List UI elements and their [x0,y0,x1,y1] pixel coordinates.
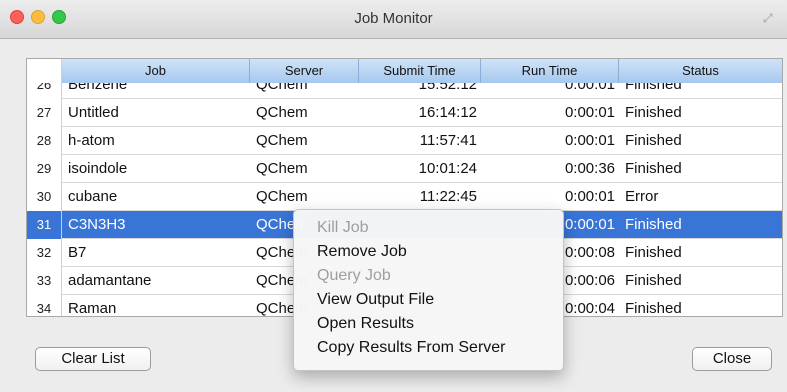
run-time: 0:00:01 [564,132,615,149]
submit-time: 10:01:24 [418,160,477,177]
job-status: Finished [625,300,682,316]
job-name: Raman [68,300,117,316]
title-bar[interactable]: Job Monitor ⤢ [0,0,787,39]
column-header-server[interactable]: Server [250,59,359,83]
fullscreen-icon[interactable]: ⤢ [763,12,775,24]
column-header-status[interactable]: Status [619,59,782,83]
row-number: 30 [27,183,62,211]
row-number: 29 [27,155,62,183]
server-name: QChem [256,83,308,93]
row-number: 33 [27,267,62,295]
row-number: 27 [27,99,62,127]
run-time: 0:00:01 [564,188,615,205]
job-name: adamantane [68,272,152,289]
server-name: QChem [256,160,308,177]
run-time: 0:00:01 [564,83,615,93]
row-number-header [27,59,62,83]
job-name: Untitled [68,104,119,121]
job-status: Finished [625,83,682,93]
column-header-job[interactable]: Job [62,59,250,83]
column-header-submit-time[interactable]: Submit Time [359,59,481,83]
job-name: C3N3H3 [68,216,126,233]
close-button[interactable]: Close [692,347,772,371]
table-row[interactable]: 26 Benzene QChem 15:52:12 0:00:01 Finish… [27,83,782,99]
row-number: 26 [27,83,62,99]
run-time: 0:00:36 [564,160,615,177]
column-header-run-time[interactable]: Run Time [481,59,619,83]
job-name: B7 [68,244,87,261]
job-monitor-window: Job Monitor ⤢ Job Server Submit Time Run… [0,0,787,392]
job-status: Finished [625,160,682,177]
row-number: 32 [27,239,62,267]
submit-time: 11:57:41 [419,132,477,149]
menu-item-open-results[interactable]: Open Results [294,312,563,336]
job-status: Finished [625,216,682,233]
server-name: QChem [256,104,308,121]
job-status: Finished [625,272,682,289]
menu-item-query-job: Query Job [317,267,391,284]
menu-item-copy-results[interactable]: Copy Results From Server [294,336,563,360]
menu-item-view-output-file[interactable]: View Output File [294,288,563,312]
job-name: isoindole [68,160,128,177]
job-status: Finished [625,132,682,149]
row-number: 28 [27,127,62,155]
table-row[interactable]: 30 cubane QChem 11:22:45 0:00:01 Error [27,183,782,211]
menu-item-kill-job: Kill Job [317,219,369,236]
clear-list-button[interactable]: Clear List [35,347,151,371]
server-name: QChem [256,132,308,149]
submit-time: 11:22:45 [419,188,477,205]
job-status: Error [625,188,659,205]
job-name: Benzene [68,83,128,93]
job-status: Finished [625,104,682,121]
job-name: cubane [68,188,118,205]
job-status: Finished [625,244,682,261]
table-header: Job Server Submit Time Run Time Status [27,59,782,83]
window-title: Job Monitor [354,10,433,27]
context-menu: Kill Job Remove Job Query Job View Outpu… [293,209,564,371]
submit-time: 15:52:12 [418,83,477,93]
row-number: 34 [27,295,62,316]
job-name: h-atom [68,132,115,149]
submit-time: 16:14:12 [418,104,477,121]
run-time: 0:00:01 [564,104,615,121]
table-row[interactable]: 27 Untitled QChem 16:14:12 0:00:01 Finis… [27,99,782,127]
table-row[interactable]: 29 isoindole QChem 10:01:24 0:00:36 Fini… [27,155,782,183]
server-name: QChem [256,188,308,205]
table-row[interactable]: 28 h-atom QChem 11:57:41 0:00:01 Finishe… [27,127,782,155]
menu-item-remove-job[interactable]: Remove Job [294,240,563,264]
row-number: 31 [27,211,62,239]
